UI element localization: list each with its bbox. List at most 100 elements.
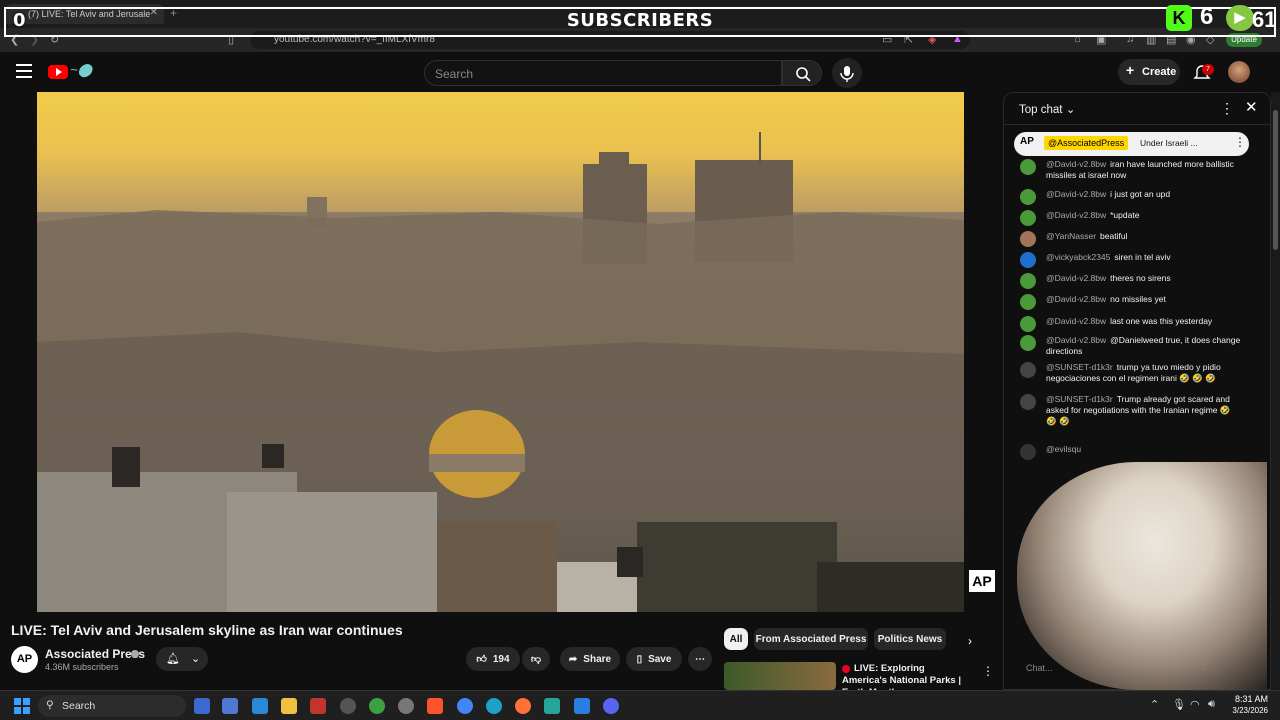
chat-message: @David-v2.8bw @Danielweed true, it does c… [1020,335,1242,357]
plus-icon: + [1126,62,1135,78]
voice-search-button[interactable] [832,58,862,88]
chat-text: no missiles yet [1110,294,1166,304]
dislike-button[interactable]: 👎︎ [522,647,550,671]
remote-icon[interactable] [252,698,268,714]
app-icon[interactable] [369,698,385,714]
firefox-icon[interactable] [515,698,531,714]
recommended-thumbnail[interactable] [724,662,836,690]
more-actions-button[interactable]: ⋯ [688,647,712,671]
brave-icon[interactable] [427,698,443,714]
taskbar-search[interactable]: ⚲ Search [38,695,186,717]
notification-badge: 7 [1202,64,1214,75]
menu-icon[interactable] [16,64,32,78]
like-button[interactable]: 👍︎ 194 [466,647,520,671]
edge-icon[interactable] [486,698,502,714]
chat-avatar [1020,394,1036,410]
search-icon [796,67,811,82]
like-count: 194 [492,653,510,665]
pinned-message[interactable]: AP @AssociatedPress Under Israeli ... ⋮ [1014,132,1249,156]
search-input[interactable]: Search [424,60,782,86]
chrome-icon[interactable] [457,698,473,714]
glasses-app-icon[interactable] [544,698,560,714]
channel-avatar[interactable]: AP [11,646,38,673]
pinned-logo: AP [1020,136,1034,147]
pinned-more-icon[interactable]: ⋮ [1234,135,1246,149]
chip-from-associated-press[interactable]: From Associated Press [754,628,868,650]
clock-time[interactable]: 8:31 AM [1230,694,1268,704]
close-icon[interactable]: ✕ [1245,98,1258,116]
share-button[interactable]: ➦ Share [560,647,620,671]
chat-mode-label: Top chat [1019,104,1063,116]
chat-user: @David-v2.8bw [1046,335,1107,345]
file-explorer-icon[interactable] [281,698,297,714]
chat-message: @SUNSET-d1k3r trump ya tuvo miedo y pidio… [1020,362,1242,384]
video-title: LIVE: Tel Aviv and Jerusalem skyline as … [11,622,403,638]
tray-chevron-icon[interactable]: ⌃ [1150,698,1159,711]
save-button[interactable]: ▯ Save [626,647,682,671]
mic-tray-icon[interactable]: 🎙︎ [1172,698,1186,711]
taskbar: ⚲ Search ⌃ 🎙︎ ◠ 🔊︎ 8:31 AM 3/23/2026 [0,690,1280,720]
video-player[interactable] [37,92,964,612]
chat-avatar [1020,294,1036,310]
webcam-overlay [1017,462,1267,690]
chat-user: @David-v2.8bw [1046,189,1107,199]
microphone-icon [840,66,854,82]
scrollbar-thumb[interactable] [1273,110,1278,250]
chat-text: *update [1110,210,1140,220]
volume-icon[interactable]: 🔊︎ [1208,698,1215,711]
overlay-title: SUBSCRIBERS [566,10,714,31]
chip-all[interactable]: All [724,628,748,650]
windows-start-icon[interactable] [14,698,30,714]
save-icon: ▯ [636,653,643,665]
search-button[interactable] [782,60,822,86]
teams-icon[interactable] [222,698,238,714]
chat-avatar [1020,189,1036,205]
chat-user: @David-v2.8bw [1046,316,1107,326]
recommended-more-icon[interactable]: ⋮ [982,664,994,678]
chat-mode-dropdown[interactable]: Top chat ⌄ [1019,102,1075,116]
discord-icon[interactable] [603,698,619,714]
chat-more-icon[interactable]: ⋮ [1220,100,1234,117]
search-icon: ⚲ [46,699,54,711]
chat-message: @David-v2.8bw no missiles yet [1020,294,1242,310]
chevron-down-icon: ⌄ [1065,104,1076,116]
account-avatar[interactable] [1228,61,1250,83]
video-frame [37,132,964,612]
chat-avatar [1020,210,1036,226]
chat-text: theres no sirens [1110,273,1171,283]
chevron-right-icon[interactable]: › [968,634,972,648]
subscription-bell-button[interactable]: 🔔︎ ⌄ [156,647,208,671]
chat-user: @evilsqu [1046,444,1082,454]
chat-message: @David-v2.8bw *update [1020,210,1242,226]
chat-message: @David-v2.8bw iran have launched more bal… [1020,159,1242,181]
chat-text: siren in tel aviv [1114,252,1171,262]
bell-icon: 🔔︎ [166,653,180,665]
clock-app-icon[interactable] [340,698,356,714]
chat-user: @David-v2.8bw [1046,273,1107,283]
settings-icon[interactable] [398,698,414,714]
chat-message: @vickyabck2345 siren in tel aviv [1020,252,1242,268]
youtube-logo[interactable] [48,65,68,79]
create-button[interactable]: + Create [1118,59,1180,85]
chat-text: last one was this yesterday [1110,316,1213,326]
save-label: Save [648,653,672,665]
more-horizontal-icon: ⋯ [695,653,705,665]
vscode-icon[interactable] [574,698,590,714]
chat-user: @vickyabck2345 [1046,252,1111,262]
chip-politics-news[interactable]: Politics News [874,628,946,650]
verified-icon [131,650,139,658]
chat-message: @David-v2.8bw last one was this yesterday [1020,316,1242,332]
clock-date[interactable]: 3/23/2026 [1220,706,1268,715]
chat-user: @SUNSET-d1k3r [1046,394,1113,404]
chat-message: @SUNSET-d1k3r Trump already got scared an… [1020,394,1242,427]
network-icon[interactable]: ◠ [1190,698,1200,711]
overlay-left-count: 0 [13,10,26,31]
share-icon: ➦ [568,653,578,665]
task-view-icon[interactable] [194,698,210,714]
doodle-icon[interactable]: ~⬤ [70,62,108,80]
netflix-icon[interactable] [310,698,326,714]
chat-avatar [1020,273,1036,289]
kick-icon: K [1166,5,1192,31]
chevron-down-icon: ⌄ [191,653,201,665]
ap-watermark: AP [969,570,995,592]
